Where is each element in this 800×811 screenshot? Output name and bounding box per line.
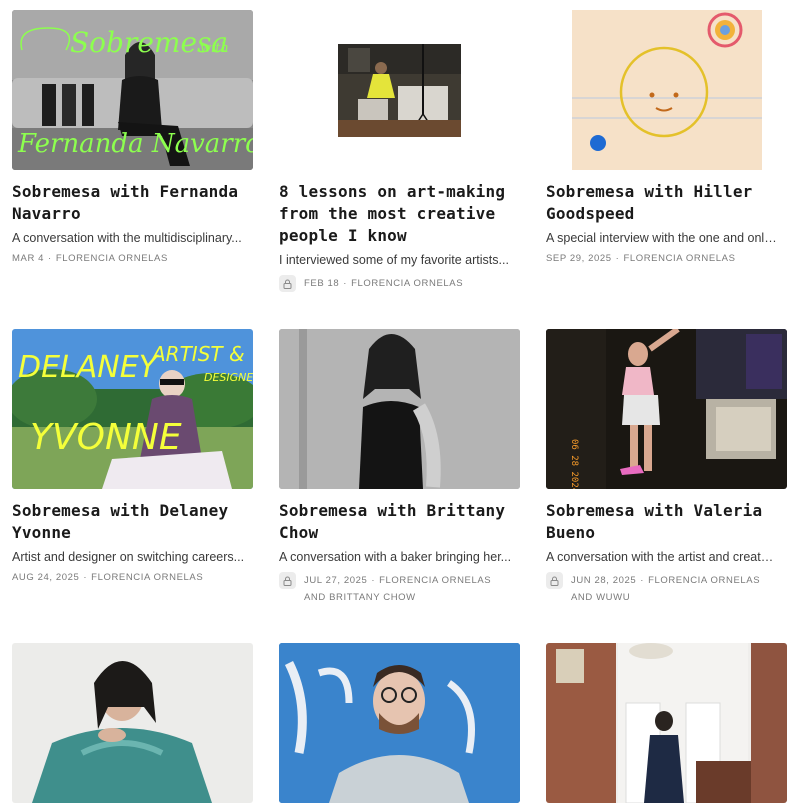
post-grid: Sobremesa with Fernanda Navarro Sobremes…	[0, 0, 800, 811]
post-subtitle: A conversation with the artist and creat…	[546, 550, 779, 564]
post-card[interactable]: Sobremesa with Fernanda Navarro Sobremes…	[12, 10, 253, 267]
post-thumbnail[interactable]	[279, 10, 520, 170]
overlay-text-designer: DESIGNER	[204, 371, 253, 384]
post-author[interactable]: FLORENCIA ORNELAS	[623, 253, 735, 264]
post-thumbnail[interactable]	[12, 643, 253, 803]
post-title[interactable]: Sobremesa with Delaney Yvonne	[12, 500, 253, 544]
post-author[interactable]: FLORENCIA ORNELAS	[91, 572, 203, 583]
overlay-handwriting: DELANEY ARTIST & DESIGNER YVONNE	[18, 342, 253, 458]
overlay-date-stamp: 06 28 2024	[569, 439, 579, 489]
lock-icon	[279, 275, 296, 292]
overlay-text-with: with	[200, 41, 229, 56]
lock-icon	[546, 572, 563, 589]
post-date: MAR 4	[12, 253, 45, 264]
post-title[interactable]: Sobremesa with Hiller Goodspeed	[546, 181, 787, 225]
overlay-text-name: Fernanda Navarro	[17, 129, 253, 159]
post-thumbnail-image	[338, 43, 461, 137]
post-date: JUL 27, 2025	[304, 575, 368, 586]
post-thumbnail[interactable]	[279, 643, 520, 803]
post-subtitle: I interviewed some of my favorite artist…	[279, 253, 509, 267]
post-date: SEP 29, 2025	[546, 253, 612, 264]
post-date: FEB 18	[304, 278, 340, 289]
post-title[interactable]: Sobremesa with Fernanda Navarro	[12, 181, 253, 225]
post-card[interactable]: Sobremesa with Brittany Chow A conversat…	[279, 329, 520, 606]
post-date: JUN 28, 2025	[571, 575, 637, 586]
post-thumbnail[interactable]	[546, 10, 787, 170]
post-card[interactable]: Sobremesa with Hiller Goodspeed A specia…	[546, 10, 787, 267]
post-meta: AUG 24, 2025 · FLORENCIA ORNELAS	[12, 572, 204, 583]
post-thumbnail[interactable]	[279, 329, 520, 489]
post-title[interactable]: Sobremesa with Valeria Bueno	[546, 500, 787, 544]
date-stamp-text: 06 28 2024	[569, 439, 579, 489]
post-card[interactable]	[546, 643, 787, 803]
post-author[interactable]: FLORENCIA ORNELAS	[56, 253, 168, 264]
post-subtitle: A conversation with the multidisciplinar…	[12, 231, 242, 245]
post-author[interactable]: FLORENCIA ORNELAS	[351, 278, 463, 289]
post-date: AUG 24, 2025	[12, 572, 80, 583]
post-thumbnail[interactable]: 06 28 2024	[546, 329, 787, 489]
post-card[interactable]	[279, 643, 520, 803]
lock-icon	[279, 572, 296, 589]
post-thumbnail[interactable]: DELANEY ARTIST & DESIGNER YVONNE	[12, 329, 253, 489]
post-meta: FEB 18 · FLORENCIA ORNELAS	[279, 275, 520, 292]
overlay-text-delaney: DELANEY	[18, 350, 160, 385]
post-card[interactable]	[12, 643, 253, 803]
post-subtitle: Artist and designer on switching careers…	[12, 550, 245, 564]
post-meta: MAR 4 · FLORENCIA ORNELAS	[12, 253, 168, 264]
overlay-handwriting: Sobremesa with Fernanda Navarro	[17, 26, 253, 159]
post-meta: JUL 27, 2025 · FLORENCIA ORNELAS AND BRITT…	[279, 572, 520, 606]
post-meta: SEP 29, 2025 · FLORENCIA ORNELAS	[546, 253, 736, 264]
post-thumbnail-image	[279, 643, 520, 803]
overlay-text-artist: ARTIST &	[150, 342, 245, 366]
post-meta: JUN 28, 2025 · FLORENCIA ORNELAS AND WUWU	[546, 572, 787, 606]
post-thumbnail-image	[279, 329, 520, 489]
post-subtitle: A conversation with a baker bringing her…	[279, 550, 512, 564]
post-card[interactable]: DELANEY ARTIST & DESIGNER YVONNE Sobreme…	[12, 329, 253, 586]
post-thumbnail-image	[12, 643, 253, 803]
post-thumbnail-image	[546, 643, 787, 803]
post-thumbnail[interactable]: Sobremesa with Fernanda Navarro	[12, 10, 253, 170]
post-title[interactable]: 8 lessons on art-making from the most cr…	[279, 181, 520, 247]
post-subtitle: A special interview with the one and onl…	[546, 231, 779, 245]
post-title[interactable]: Sobremesa with Brittany Chow	[279, 500, 520, 544]
post-card[interactable]: 06 28 2024 Sobremesa with Valeria Bueno …	[546, 329, 787, 606]
post-thumbnail-image	[571, 10, 762, 170]
post-card[interactable]: 8 lessons on art-making from the most cr…	[279, 10, 520, 292]
overlay-text-yvonne: YVONNE	[30, 417, 182, 458]
post-thumbnail[interactable]	[546, 643, 787, 803]
